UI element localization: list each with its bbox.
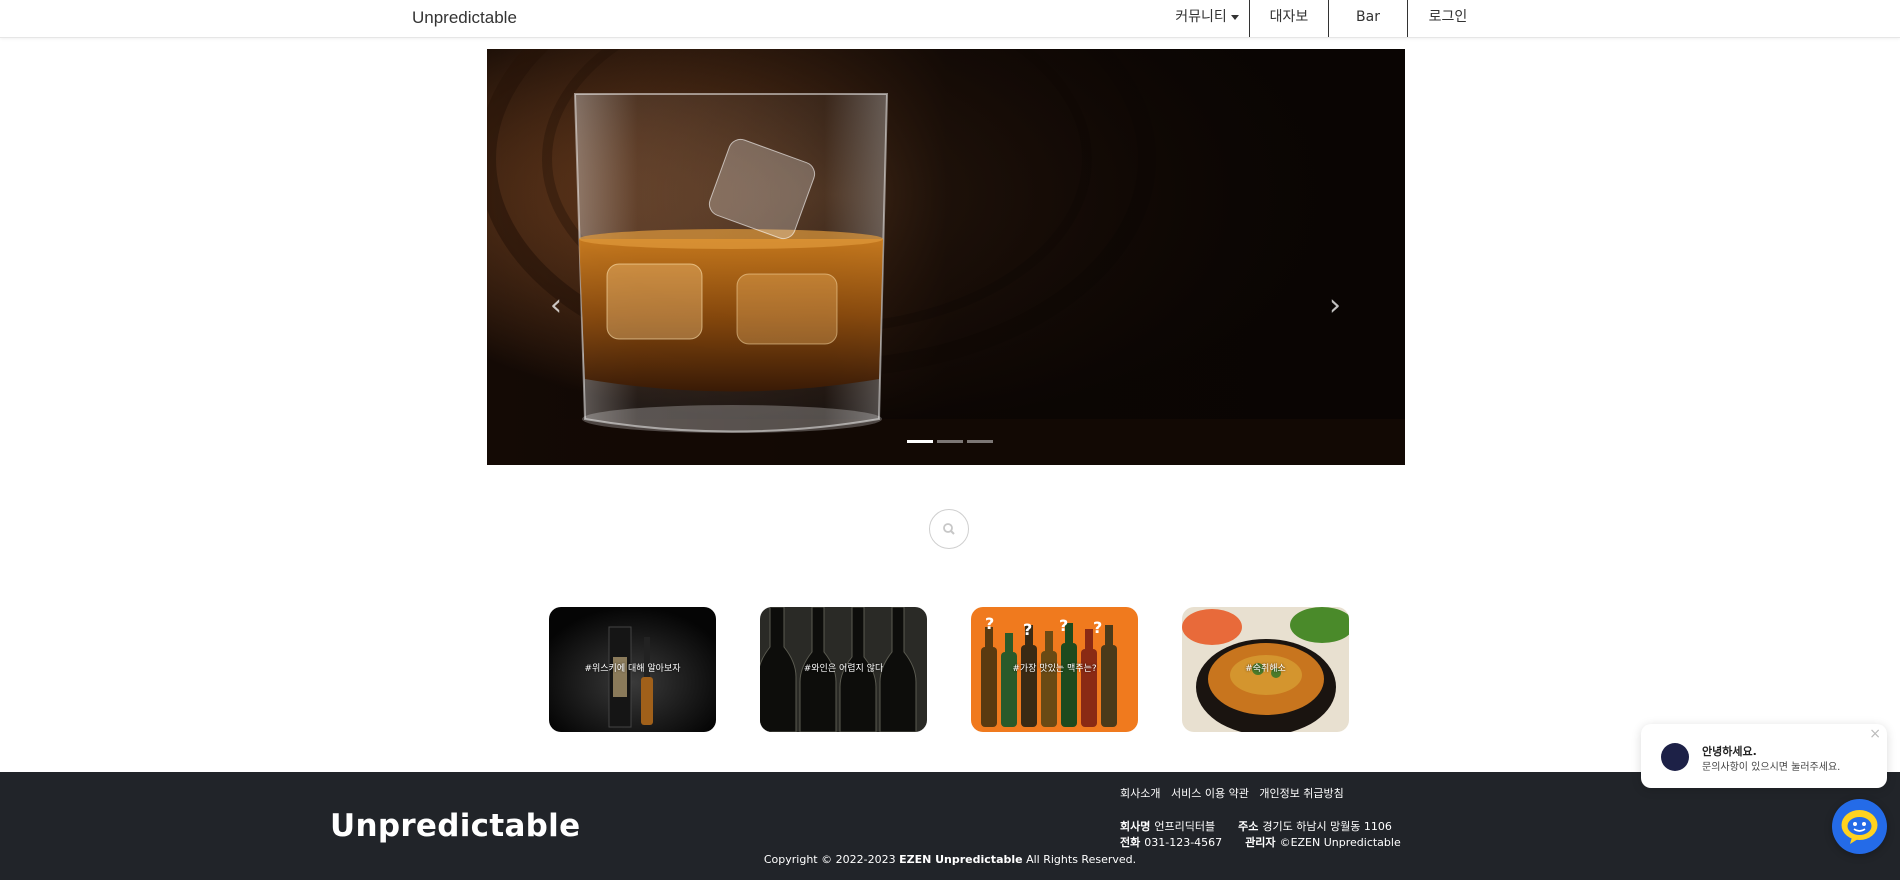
company-label: 회사명 <box>1120 820 1151 833</box>
address-label: 주소 <box>1238 820 1259 833</box>
carousel-indicator[interactable] <box>967 440 993 443</box>
caret-down-icon <box>1230 14 1239 20</box>
admin-label: 관리자 <box>1245 836 1276 849</box>
card-label: #가장 맛있는 맥주는? <box>1012 664 1097 674</box>
carousel-prev-button[interactable]: ‹ <box>543 287 569 325</box>
footer-company-row: 회사명 언프리딕터블 주소 경기도 하남시 망월동 1106 <box>1120 818 1392 834</box>
copyright-prefix: Copyright © 2022-2023 <box>763 853 900 866</box>
admin-value: ©EZEN Unpredictable <box>1279 836 1401 849</box>
nav-community-label: 커뮤니티 <box>1175 9 1227 25</box>
footer-links: 회사소개 서비스 이용 약관 개인정보 취급방침 <box>1120 785 1351 801</box>
nav-login[interactable]: 로그인 <box>1408 0 1488 37</box>
carousel-next-button[interactable]: › <box>1322 287 1348 325</box>
company-value: 언프리딕터블 <box>1154 820 1216 833</box>
address-value: 경기도 하남시 망월동 1106 <box>1262 820 1392 833</box>
chat-avatar <box>1661 743 1689 771</box>
carousel-indicators <box>907 440 997 444</box>
card-label: #와인은 어렵지 않다 <box>803 664 884 674</box>
nav-community-dropdown[interactable]: 커뮤니티 <box>1170 0 1244 37</box>
nav-bar-label: Bar <box>1356 9 1380 25</box>
carousel-indicator[interactable] <box>937 440 963 443</box>
card-label: #숙취해소 <box>1245 664 1286 674</box>
close-icon[interactable]: × <box>1869 726 1881 742</box>
brand-logo[interactable]: Unpredictable <box>412 8 517 28</box>
card-beer[interactable]: ???? #가장 맛있는 맥주는? <box>971 607 1138 732</box>
card-label: #위스키에 대해 알아보자 <box>584 664 681 674</box>
svg-text:?: ? <box>1059 616 1068 635</box>
search-icon <box>943 523 955 535</box>
nav-board[interactable]: 대자보 <box>1250 0 1328 37</box>
svg-text:?: ? <box>1093 618 1102 637</box>
footer-link-privacy[interactable]: 개인정보 취급방침 <box>1259 787 1343 800</box>
chevron-left-icon: ‹ <box>550 288 562 323</box>
copyright: Copyright © 2022-2023 EZEN Unpredictable… <box>0 853 1900 866</box>
nav-board-label: 대자보 <box>1269 9 1309 25</box>
card-wine[interactable]: #와인은 어렵지 않다 <box>760 607 927 732</box>
carousel-indicator[interactable] <box>907 440 933 443</box>
nav-bar[interactable]: Bar <box>1329 0 1407 37</box>
chat-icon <box>1841 810 1878 844</box>
hero-carousel[interactable]: ‹ › <box>487 49 1405 465</box>
phone-value: 031-123-4567 <box>1144 836 1223 849</box>
search-button[interactable] <box>929 509 969 549</box>
chevron-right-icon: › <box>1329 288 1341 323</box>
site-footer: Unpredictable 회사소개 서비스 이용 약관 개인정보 취급방침 회… <box>0 772 1900 880</box>
svg-text:?: ? <box>985 614 994 633</box>
phone-label: 전화 <box>1120 836 1141 849</box>
chat-message: 문의사항이 있으시면 눌러주세요. <box>1702 762 1841 773</box>
footer-link-terms[interactable]: 서비스 이용 약관 <box>1171 787 1249 800</box>
footer-contact-row: 전화 031-123-4567 관리자 ©EZEN Unpredictable <box>1120 834 1401 850</box>
card-hangover[interactable]: #숙취해소 <box>1182 607 1349 732</box>
card-whisky[interactable]: #위스키에 대해 알아보자 <box>549 607 716 732</box>
footer-brand: Unpredictable <box>330 808 581 844</box>
copyright-suffix: All Rights Reserved. <box>1022 853 1137 866</box>
whisky-glass-slide-image <box>487 49 1405 465</box>
chat-title: 안녕하세요. <box>1702 745 1757 758</box>
top-navbar: Unpredictable 커뮤니티 대자보 Bar 로그인 <box>0 0 1900 38</box>
chat-launcher-button[interactable] <box>1832 799 1887 854</box>
nav-login-label: 로그인 <box>1428 9 1468 25</box>
svg-text:?: ? <box>1023 620 1032 639</box>
footer-link-about[interactable]: 회사소개 <box>1120 787 1160 800</box>
copyright-brand: EZEN Unpredictable <box>899 853 1023 866</box>
chat-greeting-popup[interactable]: 안녕하세요. 문의사항이 있으시면 눌러주세요. × <box>1641 724 1887 788</box>
